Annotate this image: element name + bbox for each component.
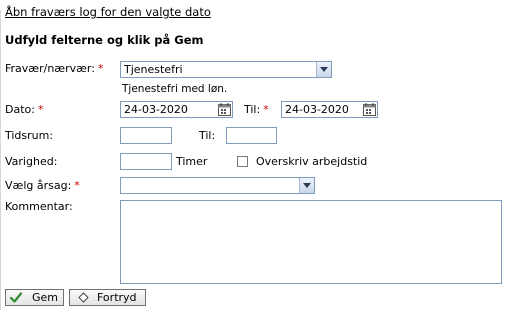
- reason-select[interactable]: [120, 177, 315, 194]
- save-button[interactable]: Gem: [5, 289, 64, 306]
- check-icon: [10, 292, 22, 303]
- date-from-value: 24-03-2020: [124, 103, 188, 116]
- form-instruction: Udfyld felterne og klik på Gem: [5, 33, 204, 47]
- cancel-button-label: Fortryd: [97, 291, 137, 304]
- duration-input[interactable]: [120, 153, 172, 170]
- required-mark: *: [37, 103, 44, 116]
- required-mark: *: [74, 179, 80, 192]
- required-mark: *: [263, 103, 269, 116]
- timespan-to-label: Til:: [199, 129, 216, 142]
- absence-label: Fravær/nærvær: *: [5, 62, 103, 76]
- override-worktime-label: Overskriv arbejdstid: [256, 155, 368, 168]
- date-label: Dato: *: [5, 103, 43, 117]
- absence-description: Tjenestefri med løn.: [122, 83, 228, 95]
- calendar-icon[interactable]: [363, 103, 376, 116]
- left-border: [0, 10, 1, 310]
- comment-textarea[interactable]: [120, 200, 502, 284]
- date-to-value: 24-03-2020: [285, 103, 349, 116]
- absence-type-select[interactable]: Tjenestefri: [120, 61, 332, 78]
- date-to-input[interactable]: 24-03-2020: [281, 101, 378, 118]
- duration-unit: Timer: [176, 155, 208, 168]
- calendar-icon[interactable]: [218, 103, 231, 116]
- date-to-label: Til: *: [244, 103, 269, 117]
- timespan-from-input[interactable]: [120, 127, 172, 144]
- absence-label-text: Fravær/nærvær:: [5, 62, 95, 75]
- cancel-button[interactable]: Fortryd: [69, 289, 146, 306]
- required-mark: *: [97, 62, 104, 75]
- absence-type-value: Tjenestefri: [124, 63, 183, 76]
- timespan-to-input[interactable]: [226, 127, 277, 144]
- chevron-down-icon[interactable]: [299, 178, 314, 193]
- comment-label: Kommentar:: [5, 200, 73, 213]
- date-label-text: Dato:: [5, 103, 35, 116]
- chevron-down-icon[interactable]: [316, 62, 331, 77]
- absence-log-link[interactable]: Åbn fraværs log for den valgte dato: [5, 5, 211, 19]
- date-from-input[interactable]: 24-03-2020: [120, 101, 233, 118]
- override-worktime-checkbox[interactable]: [237, 156, 248, 167]
- reason-label: Vælg årsag: *: [5, 179, 80, 193]
- reason-label-text: Vælg årsag:: [5, 179, 72, 192]
- duration-label: Varighed:: [5, 155, 58, 168]
- date-to-label-text: Til:: [244, 103, 261, 116]
- save-button-label: Gem: [32, 291, 59, 304]
- timespan-label: Tidsrum:: [5, 129, 54, 142]
- diamond-icon: [78, 292, 89, 303]
